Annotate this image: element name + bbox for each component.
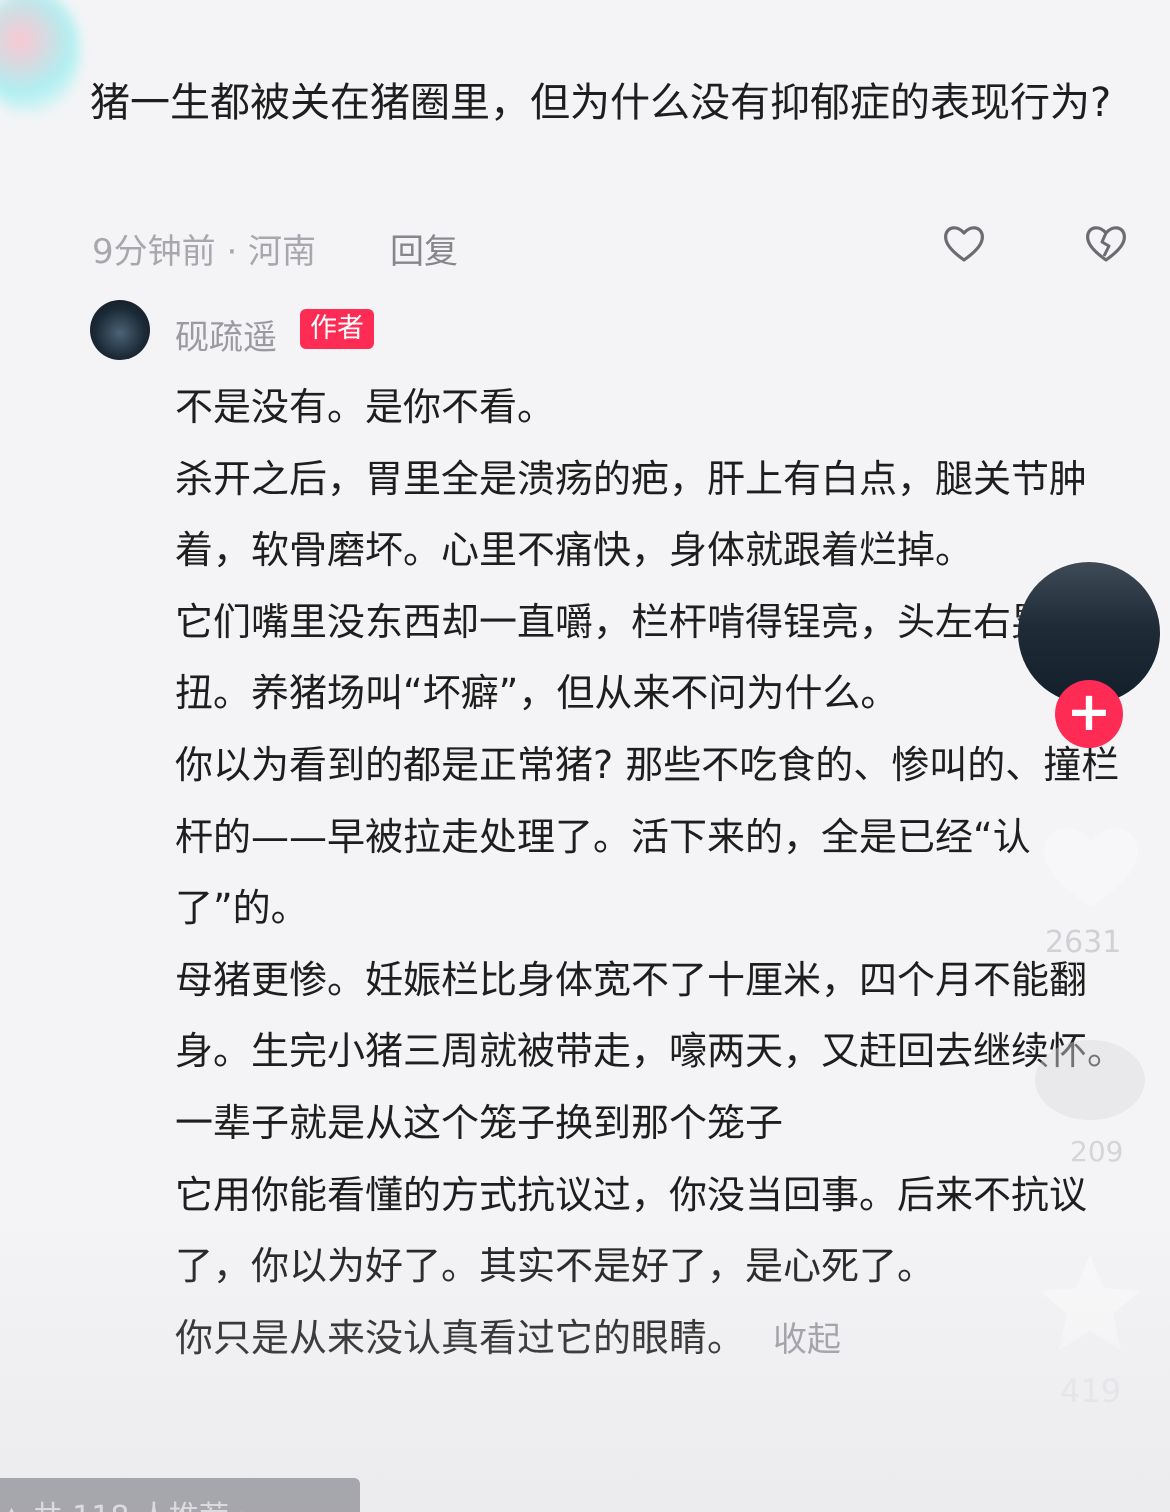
author-name[interactable]: 砚疏遥 — [175, 310, 277, 359]
reply-body: 不是没有。是你不看。 杀开之后，胃里全是溃疡的疤，肝上有白点，腿关节肿着，软骨磨… — [175, 372, 1130, 1376]
question-time-location: 9分钟前 · 河南 — [92, 232, 317, 272]
question-text: 猪一生都被关在猪圈里，但为什么没有抑郁症的表现行为? — [90, 80, 1112, 126]
broken-heart-icon[interactable] — [1082, 220, 1130, 268]
reply-paragraph: 母猪更惨。妊娠栏比身体宽不了十厘米，四个月不能翻身。生完小猪三周就被带走，嚎两天… — [175, 957, 1126, 1145]
question-meta-row: 9分钟前 · 河南 回复 — [92, 220, 1152, 273]
collapse-button[interactable]: 收起 — [773, 1320, 841, 1360]
author-badge: 作者 — [300, 309, 374, 349]
comment-bubble-icon[interactable] — [1035, 1040, 1145, 1120]
comment-page: 猪一生都被关在猪圈里，但为什么没有抑郁症的表现行为? 9分钟前 · 河南 回复 … — [0, 0, 1170, 1512]
reply-button[interactable]: 回复 — [390, 224, 458, 273]
reply-paragraph: 杀开之后，胃里全是溃疡的疤，肝上有白点，腿关节肿着，软骨磨坏。心里不痛快，身体就… — [175, 456, 1088, 573]
reply-paragraph: 你只是从来没认真看过它的眼睛。 — [175, 1315, 746, 1360]
reply-paragraph: 它们嘴里没东西却一直嚼，栏杆啃得锃亮，头左右晃身子扭。养猪场叫“坏癖”，但从来不… — [175, 599, 1126, 716]
like-heart-icon[interactable] — [1036, 815, 1146, 915]
favorite-count: 419 — [1060, 1372, 1122, 1410]
reply-paragraph: 它用你能看懂的方式抗议过，你没当回事。后来不抗议了，你以为好了。其实不是好了，是… — [175, 1172, 1088, 1289]
reply-last-line: 你只是从来没认真看过它的眼睛。 收起 — [175, 1303, 1130, 1377]
heart-icon[interactable] — [940, 220, 988, 268]
like-count: 2631 — [1045, 925, 1122, 960]
author-avatar[interactable] — [90, 300, 150, 360]
follow-button[interactable]: + — [1055, 680, 1123, 748]
comment-count: 209 — [1070, 1135, 1124, 1168]
favorite-star-icon[interactable] — [1035, 1250, 1145, 1355]
bottom-recommend-text: ▲ 共 118 人推荐 › — [0, 1492, 250, 1512]
reply-paragraph: 你以为看到的都是正常猪? 那些不吃食的、惨叫的、撞栏杆的——早被拉走处理了。活下… — [175, 742, 1120, 931]
commenter-avatar[interactable] — [0, 0, 80, 115]
reply-paragraph: 不是没有。是你不看。 — [175, 385, 556, 429]
